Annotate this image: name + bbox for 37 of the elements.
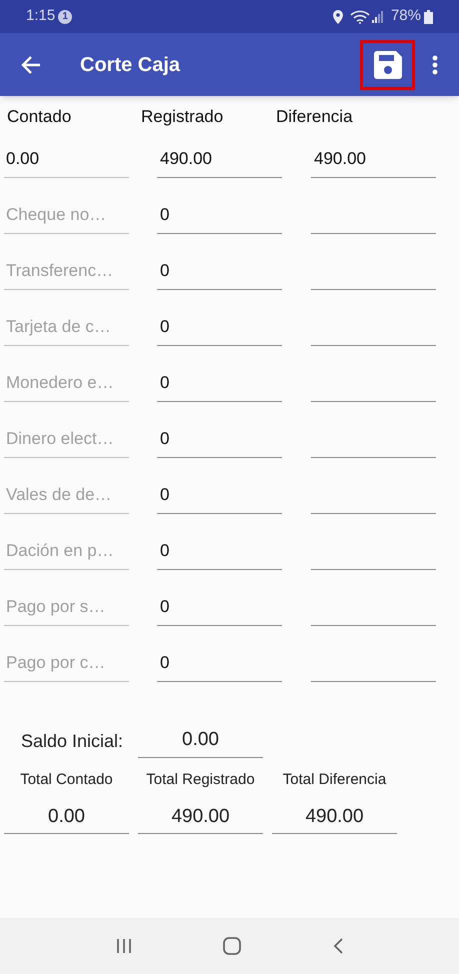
input-field[interactable]: 0.00 bbox=[4, 144, 129, 178]
notification-badge: 1 bbox=[58, 10, 72, 24]
total-label: Total Contado bbox=[19, 770, 114, 790]
battery-icon bbox=[424, 10, 433, 24]
input-field[interactable]: 0.00 bbox=[138, 724, 263, 758]
back-nav-icon[interactable] bbox=[333, 938, 344, 954]
home-icon[interactable] bbox=[223, 937, 242, 955]
column-header: Contado bbox=[7, 106, 72, 128]
back-icon[interactable] bbox=[21, 56, 41, 74]
input-field[interactable]: 0 bbox=[157, 592, 282, 626]
input-field[interactable]: 490.00 bbox=[157, 144, 282, 178]
screen-title: Corte Caja bbox=[80, 52, 180, 78]
input-field[interactable]: 0 bbox=[157, 312, 282, 346]
signal-icon bbox=[372, 10, 384, 23]
column-header: Diferencia bbox=[276, 106, 354, 128]
input-field[interactable]: 0 bbox=[157, 256, 282, 290]
input-field[interactable]: 490.00 bbox=[272, 800, 397, 834]
status-time: 1:15 bbox=[26, 6, 56, 26]
recent-apps-icon[interactable] bbox=[116, 938, 132, 954]
save-button[interactable] bbox=[360, 40, 415, 90]
input-field[interactable]: 0 bbox=[157, 536, 282, 570]
total-label: Total Diferencia bbox=[282, 770, 388, 790]
field-label: Saldo Inicial: bbox=[21, 730, 124, 753]
battery-percent: 78% bbox=[390, 6, 421, 26]
input-field[interactable]: 0 bbox=[157, 200, 282, 234]
input-field[interactable]: 0 bbox=[157, 368, 282, 402]
input-field[interactable]: 0 bbox=[157, 424, 282, 458]
input-field[interactable]: 0 bbox=[157, 648, 282, 682]
location-icon bbox=[332, 10, 343, 24]
wifi-icon bbox=[350, 10, 370, 24]
column-header: Registrado bbox=[141, 106, 224, 128]
total-label: Total Registrado bbox=[145, 770, 256, 790]
input-field[interactable]: 0 bbox=[157, 480, 282, 514]
input-field[interactable]: 0.00 bbox=[4, 800, 129, 834]
input-field[interactable]: 490.00 bbox=[138, 800, 263, 834]
input-field[interactable]: 490.00 bbox=[311, 144, 436, 178]
more-options-icon[interactable] bbox=[432, 54, 438, 74]
